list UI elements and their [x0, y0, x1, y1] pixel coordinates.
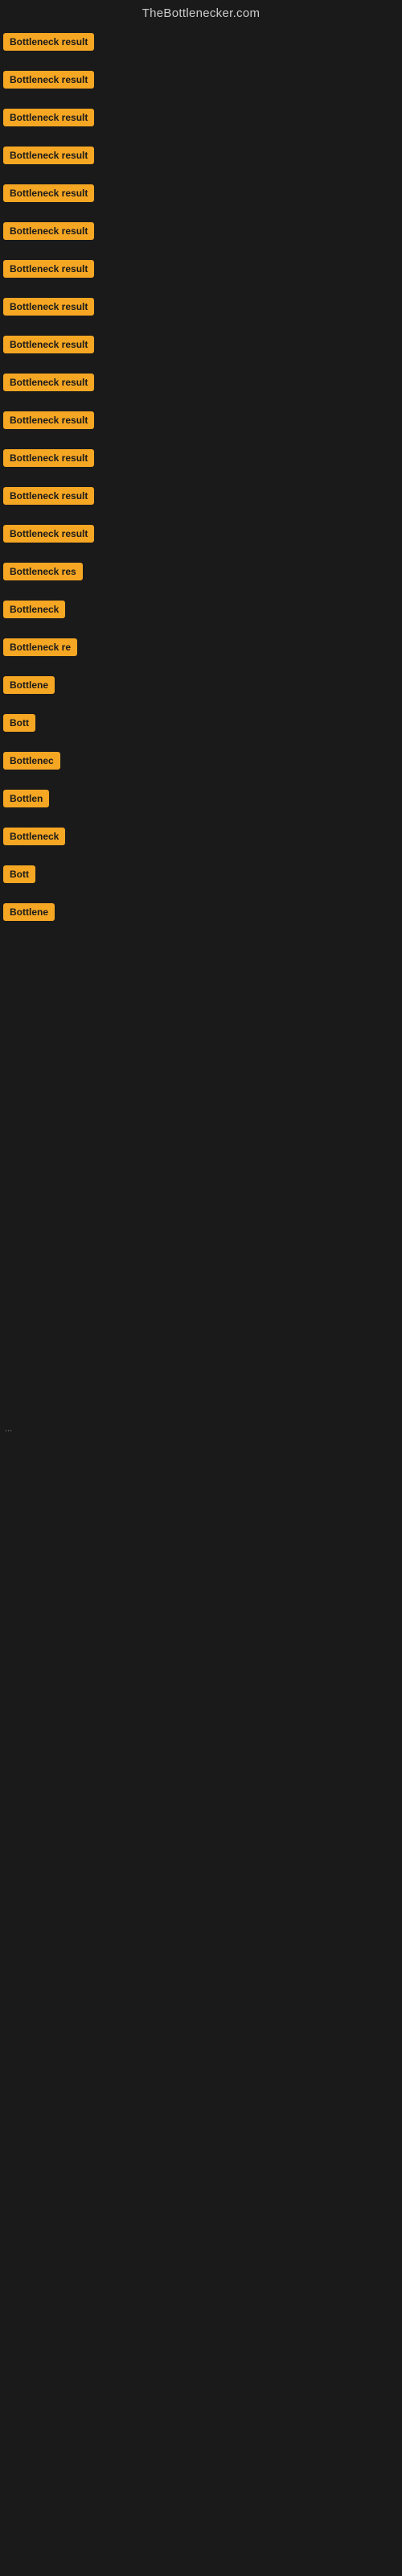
- bottleneck-badge[interactable]: Bottleneck re: [3, 638, 77, 656]
- list-item[interactable]: Bottleneck result: [3, 446, 399, 484]
- bottleneck-badge[interactable]: Bottleneck result: [3, 109, 94, 126]
- bottleneck-badge[interactable]: Bottleneck result: [3, 33, 94, 51]
- bottleneck-badge[interactable]: Bottleneck result: [3, 298, 94, 316]
- list-item[interactable]: Bottleneck result: [3, 370, 399, 408]
- bottleneck-badge[interactable]: Bott: [3, 714, 35, 732]
- bottleneck-badge[interactable]: Bottlenec: [3, 752, 60, 770]
- items-container: Bottleneck result Bottleneck result Bottle…: [0, 30, 402, 938]
- list-item[interactable]: Bottleneck result: [3, 332, 399, 370]
- list-item[interactable]: Bottleneck result: [3, 295, 399, 332]
- bottleneck-badge[interactable]: Bottleneck res: [3, 563, 83, 580]
- bottleneck-badge[interactable]: Bottleneck result: [3, 147, 94, 164]
- list-item[interactable]: Bottleneck re: [3, 635, 399, 673]
- list-item[interactable]: Bottlen: [3, 786, 399, 824]
- list-item[interactable]: Bottlenec: [3, 749, 399, 786]
- list-item[interactable]: Bottleneck result: [3, 105, 399, 143]
- bottleneck-badge[interactable]: Bottleneck result: [3, 336, 94, 353]
- list-item[interactable]: Bottleneck result: [3, 219, 399, 257]
- bottleneck-badge[interactable]: Bottlene: [3, 676, 55, 694]
- list-item[interactable]: Bottleneck: [3, 824, 399, 862]
- list-item[interactable]: Bottleneck result: [3, 181, 399, 219]
- list-item[interactable]: Bottleneck res: [3, 559, 399, 597]
- bottleneck-badge[interactable]: Bottleneck result: [3, 374, 94, 391]
- list-item[interactable]: Bottleneck result: [3, 408, 399, 446]
- bottleneck-badge[interactable]: Bottleneck result: [3, 487, 94, 505]
- list-item[interactable]: Bottlene: [3, 673, 399, 711]
- list-item[interactable]: Bott: [3, 862, 399, 900]
- bottleneck-badge[interactable]: Bottlene: [3, 903, 55, 921]
- bottleneck-badge[interactable]: Bottleneck result: [3, 525, 94, 543]
- bottleneck-badge[interactable]: Bottleneck result: [3, 449, 94, 467]
- list-item[interactable]: Bottleneck result: [3, 484, 399, 522]
- list-item[interactable]: Bottleneck result: [3, 68, 399, 105]
- list-item[interactable]: Bottleneck result: [3, 143, 399, 181]
- bottleneck-badge[interactable]: Bottleneck result: [3, 260, 94, 278]
- list-item[interactable]: Bottleneck result: [3, 522, 399, 559]
- list-item[interactable]: Bottleneck result: [3, 257, 399, 295]
- bottleneck-badge[interactable]: Bott: [3, 865, 35, 883]
- list-item[interactable]: Bottleneck: [3, 597, 399, 635]
- bottleneck-badge[interactable]: Bottlen: [3, 790, 49, 807]
- bottleneck-badge[interactable]: Bottleneck result: [3, 411, 94, 429]
- list-item[interactable]: Bottlene: [3, 900, 399, 938]
- bottleneck-badge[interactable]: Bottleneck: [3, 828, 65, 845]
- bottleneck-badge[interactable]: Bottleneck result: [3, 71, 94, 89]
- site-title: TheBottlenecker.com: [0, 0, 402, 30]
- list-item[interactable]: Bottleneck result: [3, 30, 399, 68]
- list-item[interactable]: Bott: [3, 711, 399, 749]
- bottleneck-badge[interactable]: Bottleneck: [3, 601, 65, 618]
- bottleneck-badge[interactable]: Bottleneck result: [3, 184, 94, 202]
- ellipsis-indicator: ...: [0, 1421, 402, 1437]
- bottleneck-badge[interactable]: Bottleneck result: [3, 222, 94, 240]
